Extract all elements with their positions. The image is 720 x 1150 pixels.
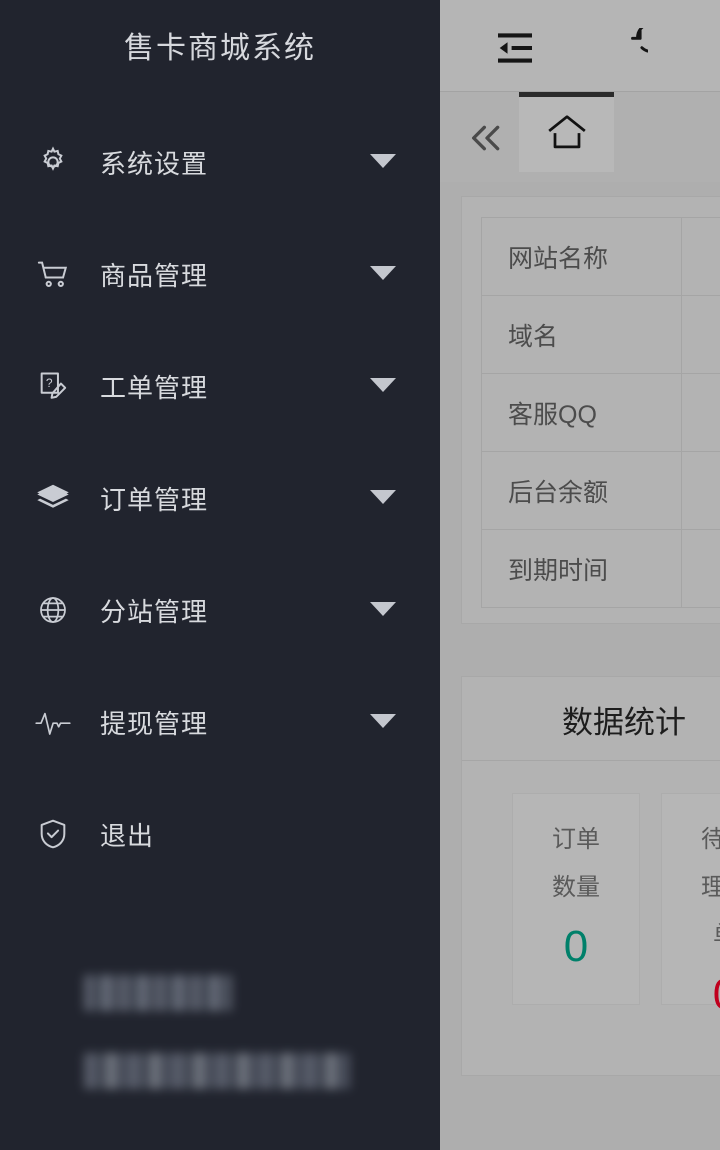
sidebar-item-order-management[interactable]: 订单管理 — [0, 442, 440, 554]
chevron-down-icon[interactable] — [370, 378, 396, 394]
stat-card-order-count[interactable]: 订单数量 0 — [512, 793, 640, 1005]
table-row: 域名 — [481, 295, 720, 374]
account-detail-redacted — [84, 1053, 350, 1089]
table-row: 后台余额 — [481, 451, 720, 530]
statistics-title: 数据统计 — [562, 705, 686, 740]
stat-value: 0 — [563, 922, 589, 971]
activity-pulse-icon — [34, 703, 72, 741]
gear-icon — [34, 143, 72, 181]
sidebar-item-withdrawal-management[interactable]: 提现管理 — [0, 666, 440, 778]
chevron-double-left-icon[interactable] — [462, 114, 510, 162]
table-cell-label: 网站名称 — [481, 217, 682, 296]
chevron-down-icon[interactable] — [370, 602, 396, 618]
sidebar-item-ticket-management[interactable]: ? 工单管理 — [0, 330, 440, 442]
chevron-down-icon[interactable] — [370, 266, 396, 282]
sidebar-title: 售卡商城系统 — [124, 32, 316, 65]
stat-card-pending-orders[interactable]: 待处理订单 0 — [661, 793, 720, 1019]
table-cell-label: 域名 — [481, 295, 682, 374]
layers-icon — [34, 479, 72, 517]
sidebar-item-substation-management[interactable]: 分站管理 — [0, 554, 440, 666]
site-info-table: 网站名称 域名 客服QQ 后台余额 到期时间 — [481, 217, 720, 608]
table-cell-label: 后台余额 — [481, 451, 682, 530]
statistics-header: 数据统计 — [462, 677, 720, 761]
statistics-card: 数据统计 订单数量 0 待处理订单 0 — [461, 676, 720, 1076]
stat-value: 0 — [662, 964, 720, 1026]
sidebar-item-label: 商品管理 — [100, 260, 209, 291]
account-name-redacted — [84, 975, 232, 1011]
app-window: 售卡商城系统 系统设置 商品管理 ? 工单管理 订单管理 分站管理 提现管理 退… — [0, 0, 720, 1150]
content-area: 网站名称 域名 客服QQ 后台余额 到期时间 数据统计 订单数量 0 — [440, 182, 720, 1150]
sidebar-item-label: 分站管理 — [100, 596, 209, 627]
sidebar-item-logout[interactable]: 退出 — [0, 778, 440, 890]
sidebar-footer — [0, 975, 440, 1089]
chevron-down-icon[interactable] — [370, 490, 396, 506]
table-cell-value — [681, 295, 720, 374]
table-row: 客服QQ — [481, 373, 720, 452]
sidebar-item-label: 退出 — [100, 820, 155, 851]
table-row: 到期时间 — [481, 529, 720, 608]
sidebar-item-label: 工单管理 — [100, 372, 209, 403]
tab-bar — [440, 92, 720, 182]
table-row: 网站名称 — [481, 217, 720, 296]
toolbar — [440, 0, 720, 92]
sidebar-item-label: 订单管理 — [100, 484, 209, 515]
statistics-body: 订单数量 0 待处理订单 0 — [462, 761, 720, 1019]
table-cell-value — [681, 451, 720, 530]
sidebar-item-label: 系统设置 — [100, 148, 209, 179]
chevron-down-icon[interactable] — [370, 714, 396, 730]
sidebar-nav: 系统设置 商品管理 ? 工单管理 订单管理 分站管理 提现管理 退出 — [0, 106, 440, 890]
sidebar: 售卡商城系统 系统设置 商品管理 ? 工单管理 订单管理 分站管理 提现管理 退… — [0, 0, 440, 1150]
stat-label: 待处理订单 — [694, 816, 720, 960]
tab-home[interactable] — [519, 92, 614, 172]
table-cell-label: 客服QQ — [481, 373, 682, 452]
site-info-card: 网站名称 域名 客服QQ 后台余额 到期时间 — [461, 196, 720, 624]
sidebar-item-system-settings[interactable]: 系统设置 — [0, 106, 440, 218]
table-cell-value — [681, 373, 720, 452]
sidebar-item-product-management[interactable]: 商品管理 — [0, 218, 440, 330]
svg-text:?: ? — [46, 376, 53, 390]
shield-check-icon — [34, 815, 72, 853]
shopping-cart-icon — [34, 255, 72, 293]
refresh-icon[interactable] — [602, 22, 654, 74]
table-cell-value — [681, 529, 720, 608]
table-cell-value — [681, 217, 720, 296]
table-cell-label: 到期时间 — [481, 529, 682, 608]
stat-label: 订单数量 — [552, 826, 600, 901]
home-icon — [545, 112, 589, 157]
document-edit-icon: ? — [34, 367, 72, 405]
chevron-down-icon[interactable] — [370, 154, 396, 170]
indent-decrease-icon[interactable] — [489, 22, 541, 74]
main-pane: 网站名称 域名 客服QQ 后台余额 到期时间 数据统计 订单数量 0 — [440, 0, 720, 1150]
globe-icon — [34, 591, 72, 629]
sidebar-item-label: 提现管理 — [100, 708, 209, 739]
